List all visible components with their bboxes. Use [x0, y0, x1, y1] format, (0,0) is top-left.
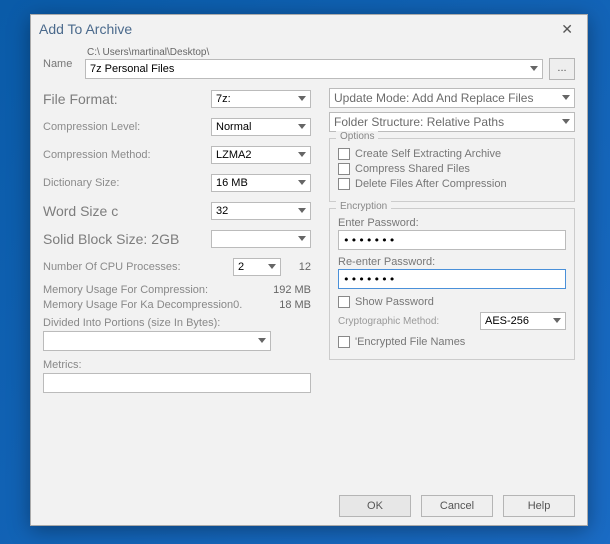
enter-password-label: Enter Password: [338, 217, 566, 229]
mem-compression-label: Memory Usage For Compression: [43, 284, 208, 296]
cpu-processes-label: Number Of CPU Processes: [43, 261, 181, 273]
compression-method-select[interactable]: LZMA2 [211, 146, 311, 164]
divided-select[interactable] [43, 331, 271, 351]
compression-level-select[interactable]: Normal [211, 118, 311, 136]
encryption-group: Encryption Enter Password: Re-enter Pass… [329, 208, 575, 360]
reenter-password-input[interactable] [338, 269, 566, 289]
solid-block-size-label: Solid Block Size:2GB [43, 231, 179, 247]
file-format-label: File Format: [43, 91, 118, 107]
archive-path: C:\ Users\martinal\Desktop\ [85, 47, 575, 58]
ok-button[interactable]: OK [339, 495, 411, 517]
encrypted-names-checkbox-row: 'Encrypted File Names [338, 336, 566, 348]
titlebar: Add To Archive ✕ [31, 15, 587, 43]
solid-block-size-select[interactable] [211, 230, 311, 248]
compress-shared-checkbox[interactable] [338, 163, 350, 175]
delete-after-checkbox[interactable] [338, 178, 350, 190]
enter-password-input[interactable] [338, 230, 566, 250]
archive-name-select[interactable]: 7z Personal Files [85, 59, 543, 79]
divided-label: Divided Into Portions (size In Bytes): [43, 317, 311, 329]
add-to-archive-dialog: Add To Archive ✕ Name C:\ Users\martinal… [30, 14, 588, 526]
options-group: Options Create Self Extracting Archive C… [329, 138, 575, 202]
options-group-title: Options [336, 131, 378, 142]
folder-structure-select[interactable]: Folder Structure: Relative Paths [329, 112, 575, 132]
encrypted-names-checkbox[interactable] [338, 336, 350, 348]
word-size-label: Word Size c [43, 203, 118, 219]
dictionary-size-label: Dictionary Size: [43, 177, 119, 189]
mem-decompression-label: Memory Usage For Ka Decompression0. [43, 299, 242, 311]
reenter-password-label: Re-enter Password: [338, 256, 566, 268]
cpu-max-value: 12 [281, 261, 311, 273]
cancel-button[interactable]: Cancel [421, 495, 493, 517]
show-password-checkbox[interactable] [338, 296, 350, 308]
self-extracting-checkbox-row: Create Self Extracting Archive [338, 148, 566, 160]
dictionary-size-select[interactable]: 16 MB [211, 174, 311, 192]
browse-button[interactable]: ... [549, 58, 575, 80]
word-size-select[interactable]: 32 [211, 202, 311, 220]
compression-method-label: Compression Method: [43, 149, 151, 161]
encryption-group-title: Encryption [336, 201, 391, 212]
mem-decompression-value: 18 MB [279, 299, 311, 311]
compress-shared-checkbox-row: Compress Shared Files [338, 163, 566, 175]
name-label: Name [43, 58, 85, 70]
help-button[interactable]: Help [503, 495, 575, 517]
compression-level-label: Compression Level: [43, 121, 140, 133]
crypto-method-label: Cryptographic Method: [338, 316, 439, 327]
self-extracting-checkbox[interactable] [338, 148, 350, 160]
metrics-label: Metrics: [43, 359, 311, 371]
update-mode-select[interactable]: Update Mode: Add And Replace Files [329, 88, 575, 108]
show-password-checkbox-row: Show Password [338, 296, 566, 308]
mem-compression-value: 192 MB [273, 284, 311, 296]
cpu-processes-select[interactable]: 2 [233, 258, 281, 276]
file-format-select[interactable]: 7z: [211, 90, 311, 108]
close-icon[interactable]: ✕ [555, 19, 579, 40]
window-title: Add To Archive [39, 21, 132, 37]
metrics-input[interactable] [43, 373, 311, 393]
delete-after-checkbox-row: Delete Files After Compression [338, 178, 566, 190]
crypto-method-select[interactable]: AES-256 [480, 312, 566, 330]
